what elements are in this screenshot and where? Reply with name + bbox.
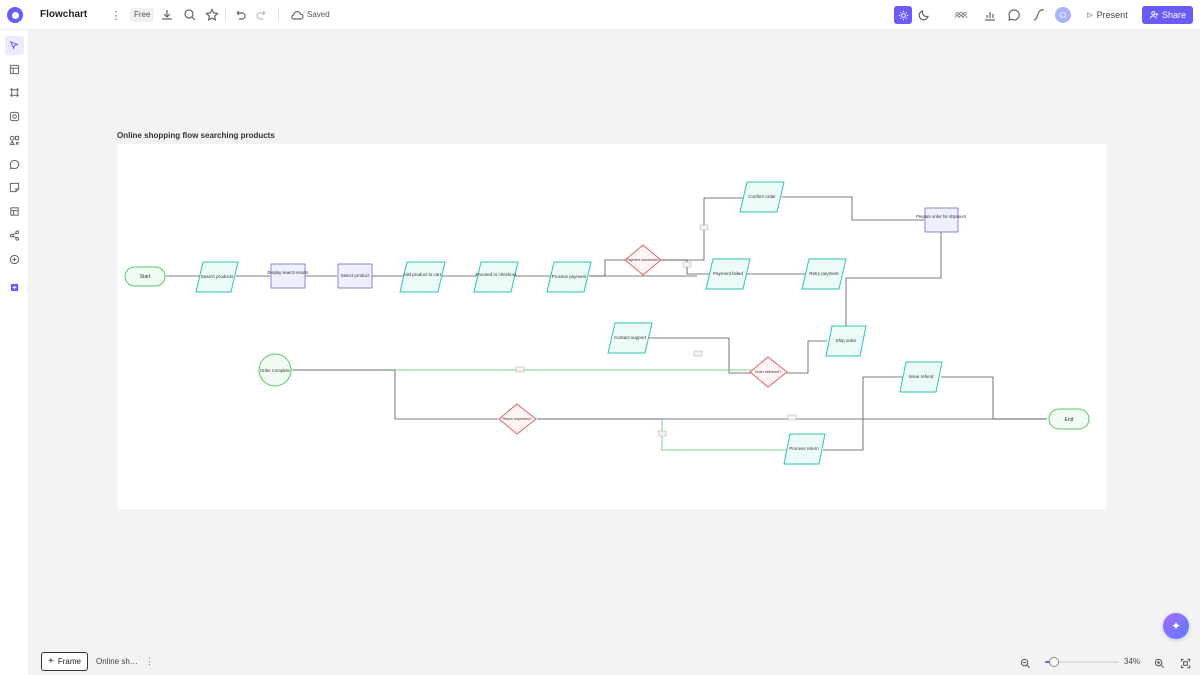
connector-icon[interactable]: [1031, 7, 1047, 23]
user-avatar[interactable]: O: [1055, 7, 1071, 23]
node-start-label: Start: [140, 274, 151, 280]
template-icon[interactable]: [5, 60, 24, 79]
node-refund-label: Issue refund: [909, 374, 934, 379]
top-toolbar: Flowchart ⋮ Free Saved O ▷ Present Share: [0, 0, 1200, 30]
dark-mode-moon-icon[interactable]: [916, 7, 932, 23]
node-contact-label: Contact support: [614, 335, 647, 340]
node-returnreq-label: Return requested?: [503, 417, 532, 421]
document-title[interactable]: Flowchart: [40, 9, 87, 20]
flowchart-frame[interactable]: Start End Order Complete Display search …: [117, 144, 1107, 509]
node-confirm-label: Confirm order: [748, 194, 776, 199]
table-tool-icon[interactable]: [5, 202, 24, 221]
zoom-slider-handle[interactable]: [1049, 657, 1060, 667]
share-person-icon: [1149, 11, 1159, 19]
node-checkout-label: Proceed to checkout: [475, 272, 517, 277]
page-more-icon[interactable]: ⋮: [145, 656, 154, 667]
node-addcart-label: Add product to cart: [403, 272, 442, 277]
search-icon[interactable]: [182, 7, 198, 23]
frame-tool-icon[interactable]: [5, 83, 24, 102]
toolbar-divider: [278, 8, 279, 22]
node-search-label: Search products: [201, 274, 235, 279]
star-icon[interactable]: [204, 7, 220, 23]
share-button[interactable]: Share: [1142, 6, 1193, 24]
node-payment-label: Process payment: [552, 274, 588, 279]
zoom-slider[interactable]: [1045, 657, 1119, 667]
present-label: Present: [1096, 10, 1128, 20]
frame-title[interactable]: Online shopping flow searching products: [117, 131, 275, 140]
node-ship-label: Ship order: [836, 338, 857, 343]
app-logo-icon[interactable]: [7, 7, 23, 23]
plus-icon: +: [48, 656, 54, 667]
share-label: Share: [1161, 10, 1187, 20]
components-icon[interactable]: [5, 131, 24, 150]
node-order-complete-label: Order Complete: [260, 368, 290, 373]
mindmap-icon[interactable]: [5, 226, 24, 245]
zoom-out-icon[interactable]: [1020, 656, 1032, 669]
more-menu-icon[interactable]: ⋮: [108, 7, 124, 23]
present-button[interactable]: ▷ Present: [1078, 6, 1137, 24]
node-end-label: End: [1065, 417, 1074, 423]
node-retry-label: Retry payment: [809, 271, 839, 276]
save-status: Saved: [307, 10, 330, 19]
zoom-level: 34%: [1124, 657, 1141, 666]
fit-to-screen-icon[interactable]: [1180, 656, 1192, 669]
integrations-icon[interactable]: [5, 250, 24, 269]
node-display-label: Display search results: [268, 270, 309, 275]
node-delivered-label: Order delivered?: [755, 370, 781, 374]
node-paysuccess-label: Payment successful?: [626, 258, 659, 262]
node-prepare-label: Prepare order for shipment: [916, 214, 967, 219]
toolbar-divider: [225, 8, 226, 22]
zoom-in-icon[interactable]: [1154, 656, 1166, 669]
download-icon[interactable]: [159, 7, 175, 23]
collaborators-icon[interactable]: [950, 7, 972, 23]
select-pointer-icon[interactable]: [5, 36, 24, 55]
left-toolbar: [0, 30, 29, 675]
sticky-note-icon[interactable]: [5, 178, 24, 197]
comment-tool-icon[interactable]: [5, 155, 24, 174]
shape-tool-icon[interactable]: [5, 107, 24, 126]
node-processreturn-label: Process return: [789, 446, 819, 451]
chart-icon[interactable]: [982, 7, 998, 23]
comment-icon[interactable]: [1006, 7, 1022, 23]
ai-assistant-sparkle-icon[interactable]: ✦: [1163, 613, 1189, 639]
plan-badge[interactable]: Free: [130, 8, 155, 22]
page-tab[interactable]: Online sh…: [96, 657, 138, 666]
light-mode-toggle[interactable]: [894, 6, 912, 24]
more-apps-icon[interactable]: [5, 278, 24, 297]
redo-icon[interactable]: [254, 7, 270, 23]
node-select-label: Select product: [341, 273, 371, 278]
add-frame-button[interactable]: + Frame: [41, 652, 88, 671]
play-icon: ▷: [1087, 12, 1093, 19]
undo-icon[interactable]: [232, 7, 248, 23]
cloud-saved-icon: [289, 7, 305, 23]
node-payfailed-label: Payment failed: [713, 271, 743, 276]
frame-button-label: Frame: [57, 657, 81, 666]
